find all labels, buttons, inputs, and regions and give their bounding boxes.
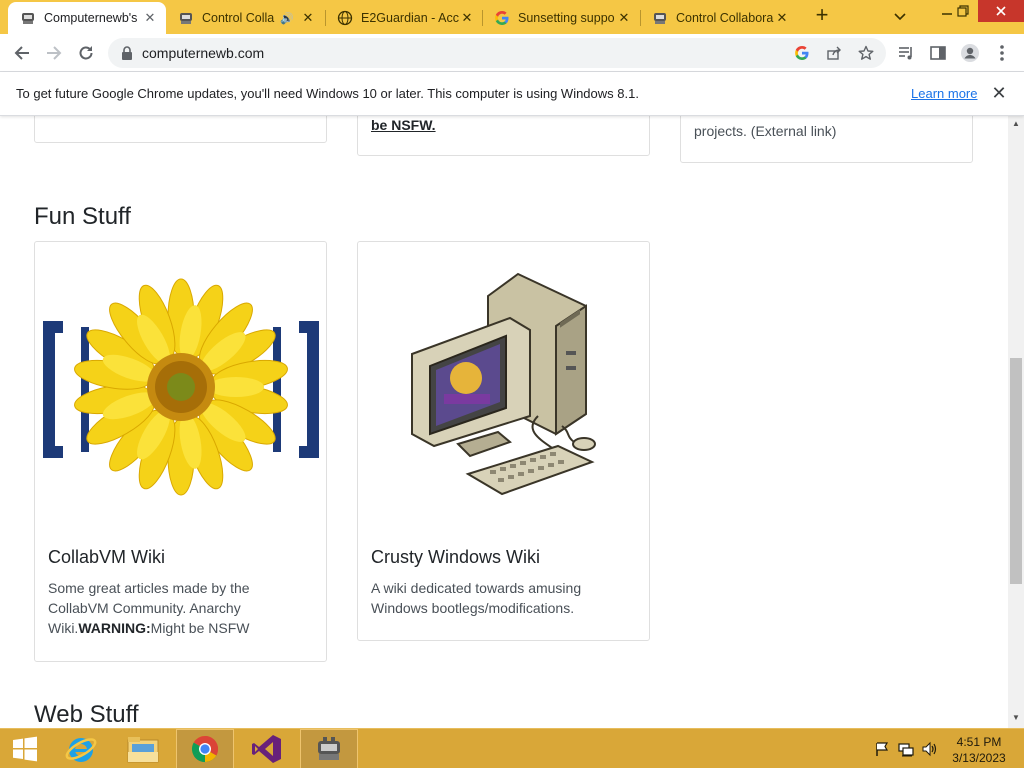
close-tab-icon[interactable]: ✕ (774, 10, 790, 26)
scroll-down-arrow[interactable]: ▼ (1012, 714, 1020, 722)
nsfw-link[interactable]: be NSFW. (371, 117, 436, 133)
visual-studio-icon[interactable] (238, 729, 296, 768)
tab-control-collab-1[interactable]: Control Colla 🔊 ✕ (166, 2, 324, 34)
clock-date: 3/13/2023 (952, 751, 1006, 765)
clock-time: 4:51 PM (956, 735, 1002, 749)
internet-explorer-icon[interactable] (52, 729, 110, 768)
card-description: Some great articles made by the CollabVM… (48, 580, 250, 636)
media-controls-icon[interactable] (896, 43, 916, 63)
share-icon[interactable] (824, 43, 844, 63)
screen: Computernewb's ✕ Control Colla 🔊 ✕ E2Gua… (0, 0, 1024, 768)
card-title[interactable]: CollabVM Wiki (48, 547, 165, 568)
card-description: A wiki dedicated towards amusing Windows… (371, 580, 582, 616)
collabvm-icon (178, 10, 194, 26)
file-explorer-icon[interactable] (114, 729, 172, 768)
card-collabvm-wiki[interactable]: CollabVM Wiki Some great articles made b… (34, 241, 327, 662)
scrollbar-thumb[interactable] (1010, 358, 1022, 584)
more-menu-icon[interactable] (992, 43, 1012, 63)
card-desc-tail: projects. (External link) (694, 123, 837, 139)
side-panel-icon[interactable] (928, 43, 948, 63)
collabvm-wiki-logo (41, 272, 321, 502)
profile-avatar-icon[interactable] (960, 43, 980, 63)
speaker-icon[interactable]: 🔊 (280, 12, 294, 25)
google-icon (494, 10, 510, 26)
tab-computernewb[interactable]: Computernewb's ✕ (8, 2, 166, 34)
page-scrollbar[interactable]: ▲ ▼ (1008, 116, 1024, 728)
new-tab-button[interactable]: + (811, 4, 833, 27)
tab-e2guardian[interactable]: E2Guardian - Acc ✕ (325, 2, 483, 34)
collabvm-icon (652, 10, 668, 26)
learn-more-link[interactable]: Learn more (911, 86, 977, 101)
section-heading-fun-stuff: Fun Stuff (34, 203, 131, 230)
network-icon[interactable] (898, 741, 914, 757)
crusty-computer-image (398, 266, 608, 511)
card-previous-1[interactable] (34, 116, 327, 143)
tab-sunsetting-support[interactable]: Sunsetting suppo ✕ (482, 2, 640, 34)
back-button[interactable] (8, 39, 36, 67)
url-text: computernewb.com (142, 45, 265, 61)
warning-label: WARNING: (78, 620, 151, 636)
close-window-button[interactable] (978, 0, 1024, 22)
restore-button[interactable] (944, 0, 982, 22)
tab-control-collab-2[interactable]: Control Collabora ✕ (640, 2, 798, 34)
card-previous-3[interactable]: projects. (External link) (680, 116, 973, 163)
scroll-up-arrow[interactable]: ▲ (1012, 120, 1020, 128)
card-title[interactable]: Crusty Windows Wiki (371, 547, 540, 568)
volume-icon[interactable] (922, 741, 938, 757)
system-clock[interactable]: 4:51 PM 3/13/2023 (948, 734, 1010, 766)
infobar-message: To get future Google Chrome updates, you… (16, 86, 639, 101)
collabvm-taskbar-button[interactable] (300, 729, 358, 768)
close-tab-icon[interactable]: ✕ (142, 10, 158, 26)
tab-strip: Computernewb's ✕ Control Colla 🔊 ✕ E2Gua… (0, 0, 1024, 34)
card-previous-2[interactable]: be NSFW. (357, 116, 650, 156)
reload-button[interactable] (72, 39, 100, 67)
section-heading-web-stuff: Web Stuff (34, 701, 139, 728)
card-crusty-windows-wiki[interactable]: Crusty Windows Wiki A wiki dedicated tow… (357, 241, 650, 641)
browser-toolbar: computernewb.com (0, 34, 1024, 72)
lock-icon[interactable] (120, 45, 134, 61)
collabvm-icon (20, 10, 36, 26)
bookmark-star-icon[interactable] (856, 43, 876, 63)
address-bar[interactable]: computernewb.com (108, 38, 886, 68)
close-infobar-icon[interactable]: ✕ (990, 84, 1008, 102)
tab-search-icon[interactable] (890, 6, 910, 26)
tab-title: Control Colla (202, 11, 275, 25)
close-tab-icon[interactable]: ✕ (300, 10, 316, 26)
close-tab-icon[interactable]: ✕ (616, 10, 632, 26)
chrome-taskbar-button[interactable] (176, 729, 234, 768)
google-lens-icon[interactable] (792, 43, 812, 63)
windows-taskbar: 4:51 PM 3/13/2023 (0, 728, 1024, 768)
close-tab-icon[interactable]: ✕ (459, 10, 475, 26)
globe-icon (337, 10, 353, 26)
update-infobar: To get future Google Chrome updates, you… (0, 72, 1024, 116)
page-content: be NSFW. projects. (External link) Fun S… (0, 116, 1008, 728)
action-center-flag-icon[interactable] (874, 741, 890, 757)
start-button[interactable] (0, 729, 50, 768)
forward-button[interactable] (40, 39, 68, 67)
